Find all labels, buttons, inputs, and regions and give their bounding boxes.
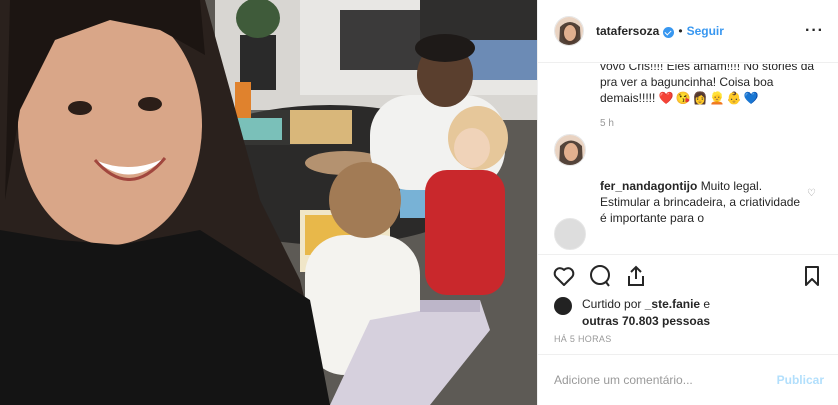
- add-comment-bar: Adicione um comentário... Publicar: [538, 354, 838, 405]
- action-bar: [538, 254, 838, 296]
- comment-row: fer_nandagontijo Muito legal. Estimular …: [554, 179, 822, 250]
- publish-button[interactable]: Publicar: [777, 373, 824, 387]
- emoji-heart: ❤️: [658, 91, 674, 105]
- likes-connector: e: [703, 297, 711, 311]
- like-heart-icon[interactable]: [552, 264, 576, 288]
- add-comment-input[interactable]: Adicione um comentário...: [554, 373, 693, 387]
- liker-avatar[interactable]: [554, 297, 572, 315]
- emoji-baby: 👶: [726, 91, 742, 105]
- instagram-post-modal: tatafersoza • Seguir ··· tatafersoza N: [0, 0, 838, 405]
- caption-row: tatafersoza Nossa atividade nessa manhã …: [554, 64, 822, 166]
- emoji-woman: 👩: [692, 91, 708, 105]
- author-avatar[interactable]: [554, 16, 584, 46]
- post-header: tatafersoza • Seguir ···: [538, 0, 838, 63]
- comment-username[interactable]: fer_nandagontijo: [600, 179, 697, 193]
- comment-bubble-icon[interactable]: [588, 264, 612, 288]
- likes-user[interactable]: _ste.fanie: [645, 297, 700, 311]
- header-separator: •: [678, 24, 683, 38]
- likes-others[interactable]: outras 70.803 pessoas: [582, 314, 710, 328]
- caption-emojis: ❤️ 😘 👩 👱 👶 💙: [659, 91, 761, 105]
- likes-text: Curtido por _ste.fanie e outras 70.803 p…: [582, 296, 710, 330]
- likes-prefix: Curtido por: [582, 297, 642, 311]
- emoji-blue-heart: 💙: [743, 91, 759, 105]
- follow-button[interactable]: Seguir: [687, 24, 724, 38]
- emoji-blond: 👱: [709, 91, 725, 105]
- emoji-kiss: 😘: [675, 91, 691, 105]
- bookmark-icon[interactable]: [800, 264, 824, 288]
- caption-time: 5 h: [600, 118, 614, 129]
- comments-section[interactable]: tatafersoza Nossa atividade nessa manhã …: [538, 64, 838, 254]
- author-avatar-image: [555, 17, 583, 45]
- verified-badge-icon: [663, 26, 675, 38]
- caption-body: tatafersoza Nossa atividade nessa manhã …: [554, 64, 822, 132]
- caption-avatar-image: [555, 135, 585, 165]
- likes-summary: Curtido por _ste.fanie e outras 70.803 p…: [554, 296, 822, 330]
- post-photo[interactable]: [0, 0, 537, 405]
- comment-body: fer_nandagontijo Muito legal. Estimular …: [554, 178, 822, 226]
- share-icon[interactable]: [624, 264, 648, 288]
- comment-like-icon[interactable]: ♡: [807, 188, 816, 199]
- post-sidebar: tatafersoza • Seguir ··· tatafersoza N: [537, 0, 838, 405]
- author-username[interactable]: tatafersoza: [596, 24, 659, 38]
- caption-avatar[interactable]: [554, 134, 586, 166]
- post-timestamp[interactable]: HÁ 5 HORAS: [554, 334, 612, 344]
- post-photo-illustration: [0, 0, 537, 405]
- more-options-icon[interactable]: ···: [805, 22, 824, 40]
